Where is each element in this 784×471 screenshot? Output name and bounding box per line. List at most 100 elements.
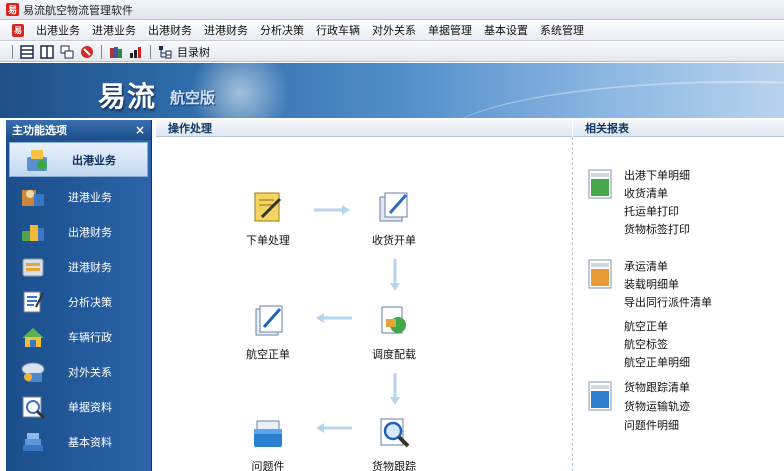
problem-items-icon: [254, 420, 282, 447]
sidebar-item-vehicles[interactable]: 车辆行政: [6, 319, 151, 354]
sidebar-item-label: 分析决策: [68, 295, 112, 309]
sidebar-item-outbound[interactable]: 出港业务: [9, 142, 148, 177]
sidebar-item-relations[interactable]: 对外关系: [6, 354, 151, 389]
menu-outbound-finance[interactable]: 出港财务: [142, 21, 198, 41]
cascade-windows-icon[interactable]: [59, 44, 75, 60]
layout-columns-icon[interactable]: [39, 44, 55, 60]
air-waybill-node[interactable]: 航空正单: [228, 303, 308, 362]
tree-icon[interactable]: [157, 44, 173, 60]
report-transport-trace[interactable]: 货物运输轨迹: [624, 398, 690, 414]
related-reports-panel: 出港下单明细 收货清单 托运单打印 货物标签打印 承运清单 装载明细单 导出同行…: [574, 137, 784, 471]
menu-outbound[interactable]: 出港业务: [30, 21, 86, 41]
menu-logo-icon: 易: [12, 24, 24, 37]
inbound-icon: [22, 189, 44, 206]
banner: 易流 航空版: [0, 63, 784, 118]
menu-basic-settings[interactable]: 基本设置: [478, 21, 534, 41]
close-icon[interactable]: ×: [135, 123, 145, 137]
operations-panel: 下单处理 收货开单 航空正单 调度配载 问题件 货物跟踪: [156, 137, 570, 471]
basic-data-icon: [23, 432, 43, 451]
sidebar-item-outbound-finance[interactable]: 出港财务: [6, 214, 151, 249]
menu-system[interactable]: 系统管理: [534, 21, 590, 41]
report-receipt-list[interactable]: 收货清单: [624, 185, 668, 201]
operations-header: 操作处理: [156, 120, 572, 137]
report-air-label[interactable]: 航空标签: [624, 336, 668, 352]
sidebar-item-label: 车辆行政: [68, 330, 112, 344]
tree-label[interactable]: 目录树: [177, 44, 210, 60]
sidebar-item-documents[interactable]: 单据资料: [6, 389, 151, 424]
brand-name: 易流: [98, 80, 157, 113]
order-processing-label: 下单处理: [246, 234, 290, 247]
stop-icon[interactable]: [79, 44, 95, 60]
operations-title: 操作处理: [168, 122, 212, 135]
sidebar-item-basic-data[interactable]: 基本资料: [6, 424, 151, 459]
window-title: 易流航空物流管理软件: [23, 3, 133, 17]
receive-billing-label: 收货开单: [372, 234, 416, 247]
order-processing-node[interactable]: 下单处理: [228, 189, 308, 248]
report-loading-detail[interactable]: 装载明细单: [624, 276, 679, 292]
brand-edition: 航空版: [170, 89, 216, 107]
report-tracking-list[interactable]: 货物跟踪清单: [624, 379, 690, 395]
dispatch-icon: [381, 306, 406, 334]
toolbar-separator: [150, 44, 151, 59]
problem-items-label: 问题件: [251, 460, 285, 471]
arrow-right-icon: [314, 205, 350, 215]
dispatch-loading-node[interactable]: 调度配载: [354, 303, 434, 362]
sidebar-item-label: 出港财务: [68, 225, 112, 239]
report-consignment-print[interactable]: 托运单打印: [624, 203, 679, 219]
report-blue-icon: [588, 381, 612, 411]
menu-relations[interactable]: 对外关系: [366, 21, 422, 41]
sidebar-item-inbound-finance[interactable]: 进港财务: [6, 249, 151, 284]
sidebar-item-analysis[interactable]: 分析决策: [6, 284, 151, 319]
menu-analysis[interactable]: 分析决策: [254, 21, 310, 41]
cargo-tracking-label: 货物跟踪: [372, 460, 416, 471]
cargo-tracking-node[interactable]: 货物跟踪: [354, 415, 434, 471]
report-carrier-list[interactable]: 承运清单: [624, 258, 668, 274]
sidebar-item-label: 对外关系: [68, 365, 112, 379]
sidebar-item-label: 单据资料: [68, 400, 112, 414]
banner-arc: [440, 81, 784, 118]
menu-documents[interactable]: 单据管理: [422, 21, 478, 41]
sidebar-item-label: 基本资料: [68, 435, 112, 449]
receive-billing-node[interactable]: 收货开单: [354, 189, 434, 248]
sidebar-item-label: 进港财务: [68, 260, 112, 274]
analysis-icon: [23, 291, 44, 312]
sidebar-header: 主功能选项 ×: [6, 120, 151, 140]
reports-header: 相关报表: [573, 120, 784, 137]
reports-title: 相关报表: [585, 122, 629, 135]
arrow-down-icon: [390, 259, 400, 291]
menu-inbound-finance[interactable]: 进港财务: [198, 21, 254, 41]
tracking-icon: [380, 418, 410, 448]
menu-inbound[interactable]: 进港业务: [86, 21, 142, 41]
air-waybill-label: 航空正单: [246, 348, 290, 361]
menu-bar: 易 出港业务 进港业务 出港财务 进港财务 分析决策 行政车辆 对外关系 单据管…: [0, 21, 784, 41]
air-waybill-icon: [255, 305, 283, 336]
report-problem-items-detail[interactable]: 问题件明细: [624, 417, 679, 433]
report-label-print[interactable]: 货物标签打印: [624, 221, 690, 237]
report-chart-icon[interactable]: [128, 44, 144, 60]
arrow-down-icon: [390, 373, 400, 405]
report-outbound-order-detail[interactable]: 出港下单明细: [624, 167, 690, 183]
outbound-finance-icon: [22, 224, 44, 241]
outbound-icon: [27, 149, 47, 171]
receive-icon: [379, 192, 408, 222]
relations-icon: [21, 362, 45, 382]
menu-vehicles[interactable]: 行政车辆: [310, 21, 366, 41]
toolbar-separator: [12, 44, 13, 59]
report-orange-icon: [588, 259, 612, 289]
app-logo-icon: 易: [6, 3, 19, 16]
books-icon[interactable]: [108, 44, 124, 60]
report-air-waybill[interactable]: 航空正单: [624, 318, 668, 334]
arrow-left-icon: [316, 313, 352, 323]
report-air-waybill-detail[interactable]: 航空正单明细: [624, 354, 690, 370]
sidebar-item-inbound[interactable]: 进港业务: [6, 179, 151, 214]
vehicle-icon: [22, 327, 44, 347]
report-export-delivery-list[interactable]: 导出同行派件清单: [624, 294, 712, 310]
sidebar-title: 主功能选项: [12, 124, 67, 137]
problem-items-node[interactable]: 问题件: [228, 415, 308, 471]
report-green-icon: [588, 169, 612, 199]
title-bar: 易 易流航空物流管理软件: [0, 0, 784, 20]
order-icon: [254, 192, 282, 222]
toolbar-separator: [101, 44, 102, 59]
layout-rows-icon[interactable]: [19, 44, 35, 60]
inbound-finance-icon: [22, 258, 44, 276]
